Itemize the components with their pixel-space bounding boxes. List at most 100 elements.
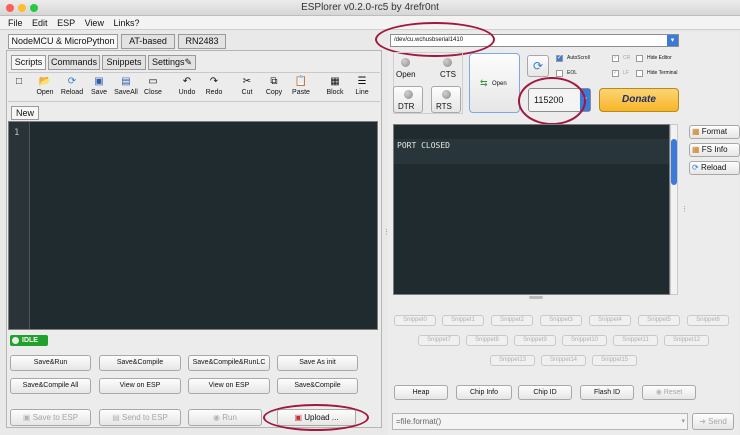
snippet-button-4[interactable]: Snippet4	[589, 315, 631, 326]
lf-checkbox[interactable]: ✓	[612, 70, 619, 77]
snippet-button-6[interactable]: Snippet6	[687, 315, 729, 326]
save-icon: ▣	[94, 76, 104, 87]
tab-settings[interactable]: Settings ✎	[148, 55, 196, 70]
open-led-label: Open	[396, 70, 416, 79]
copy-button[interactable]: ⧉ Copy	[261, 76, 287, 98]
menu-edit[interactable]: Edit	[32, 18, 48, 28]
snippet-button-1[interactable]: Snippet1	[442, 315, 484, 326]
snippet-button-13[interactable]: Snippet13	[490, 355, 535, 366]
maximize-window-icon[interactable]	[30, 4, 38, 12]
tab-commands[interactable]: Commands	[48, 55, 100, 70]
line-button[interactable]: ☰ Line	[349, 76, 375, 98]
save-all-button[interactable]: ▤ SaveAll	[113, 76, 139, 98]
reload-icon: ⟳	[692, 163, 701, 172]
tab-at-based[interactable]: AT-based	[121, 34, 175, 49]
open-connection-button[interactable]: ⇆ Open	[469, 53, 520, 113]
save-compile-all-button[interactable]: Save&Compile All	[10, 378, 91, 394]
snippet-button-11[interactable]: Snippet11	[613, 335, 658, 346]
scrollbar-thumb[interactable]	[671, 139, 677, 185]
cr-checkbox[interactable]: ✓	[612, 55, 619, 62]
reload-fs-button[interactable]: ⟳ Reload	[689, 161, 740, 175]
chip-info-button[interactable]: Chip Info	[456, 385, 512, 400]
tab-settings-label: Settings	[152, 57, 185, 67]
new-file-icon: □	[15, 76, 23, 87]
side-splitter-handle[interactable]: ⋮	[681, 205, 688, 213]
flash-id-button[interactable]: Flash ID	[580, 385, 634, 400]
eol-checkbox[interactable]	[556, 70, 563, 77]
run-button[interactable]: ◉ Run	[188, 409, 262, 426]
upload-highlight-circle	[263, 404, 369, 431]
tab-scripts[interactable]: Scripts	[11, 55, 46, 70]
refresh-icon: ⟳	[532, 59, 544, 73]
send-to-esp-button[interactable]: ▤ Send to ESP	[99, 409, 181, 426]
tab-snippets[interactable]: Snippets	[102, 55, 146, 70]
snippet-button-2[interactable]: Snippet2	[491, 315, 533, 326]
snippet-button-9[interactable]: Snippet9	[514, 335, 556, 346]
resize-handle[interactable]	[529, 296, 543, 299]
redo-button[interactable]: ↷ Redo	[201, 76, 227, 98]
save-button[interactable]: ▣ Save	[86, 76, 112, 98]
snippet-button-3[interactable]: Snippet3	[540, 315, 582, 326]
paste-button[interactable]: 📋 Paste	[288, 76, 314, 98]
hide-terminal-checkbox[interactable]	[636, 70, 643, 77]
fs-info-button[interactable]: ▦ FS Info	[689, 143, 740, 157]
snippet-button-15[interactable]: Snippet15	[592, 355, 637, 366]
tab-nodemcu[interactable]: NodeMCU & MicroPython	[8, 34, 118, 49]
save-as-init-button[interactable]: Save As init	[277, 355, 358, 371]
hide-terminal-label: Hide Terminal	[647, 70, 678, 76]
refresh-ports-button[interactable]: ⟳	[527, 55, 549, 77]
snippet-button-10[interactable]: Snippet10	[562, 335, 607, 346]
autoscroll-checkbox[interactable]: ✓	[556, 55, 563, 62]
splitter-handle[interactable]: ⋮	[383, 228, 390, 236]
save-to-esp-icon: ▣	[22, 413, 33, 422]
rts-button[interactable]: RTS	[431, 86, 461, 113]
snippet-button-8[interactable]: Snippet8	[466, 335, 508, 346]
snippet-button-14[interactable]: Snippet14	[541, 355, 586, 366]
cut-button[interactable]: ✂ Cut	[234, 76, 260, 98]
close-file-button[interactable]: ▭ Close	[140, 76, 166, 98]
reset-button[interactable]: ◉ Reset	[642, 385, 696, 400]
baud-highlight-circle	[518, 77, 586, 125]
save-compile-runlc-button[interactable]: Save&Compile&RunLC	[188, 355, 270, 371]
menu-links[interactable]: Links?	[113, 18, 139, 28]
new-file-button[interactable]: □	[6, 76, 32, 98]
hide-editor-checkbox[interactable]	[636, 55, 643, 62]
reload-button[interactable]: ⟳ Reload	[59, 76, 85, 98]
dtr-button[interactable]: DTR	[393, 86, 423, 113]
send-button[interactable]: ➜ Send	[692, 413, 734, 430]
snippet-button-7[interactable]: Snippet7	[418, 335, 460, 346]
save-to-esp-button[interactable]: ▣ Save to ESP	[10, 409, 91, 426]
format-button[interactable]: ▦ Format	[689, 125, 740, 139]
snippet-button-5[interactable]: Snippet5	[638, 315, 680, 326]
terminal-output[interactable]: PORT CLOSED	[393, 124, 670, 295]
view-on-esp-button-2[interactable]: View on ESP	[188, 378, 270, 394]
block-button[interactable]: ▦ Block	[322, 76, 348, 98]
snippet-button-12[interactable]: Snippet12	[664, 335, 709, 346]
close-file-icon: ▭	[148, 76, 158, 87]
undo-button[interactable]: ↶ Undo	[174, 76, 200, 98]
terminal-scrollbar[interactable]	[670, 124, 678, 295]
donate-button[interactable]: Donate	[599, 88, 679, 112]
command-input[interactable]: =file.format() ▾	[392, 413, 688, 430]
fs-info-icon: ▦	[692, 145, 702, 154]
chip-id-button[interactable]: Chip ID	[518, 385, 572, 400]
save-compile-button[interactable]: Save&Compile	[99, 355, 181, 371]
open-button[interactable]: 📂 Open	[32, 76, 58, 98]
menu-file[interactable]: File	[8, 18, 23, 28]
eol-label: EOL	[567, 70, 578, 76]
minimize-window-icon[interactable]	[18, 4, 26, 12]
snippet-button-0[interactable]: Snippet0	[394, 315, 436, 326]
save-run-button[interactable]: Save&Run	[10, 355, 91, 371]
heap-button[interactable]: Heap	[394, 385, 448, 400]
menu-view[interactable]: View	[85, 18, 104, 28]
save-compile-button-2[interactable]: Save&Compile	[277, 378, 358, 394]
tab-rn2483[interactable]: RN2483	[178, 34, 226, 49]
status-led-icon	[12, 337, 19, 344]
reset-icon: ◉	[655, 389, 664, 396]
view-on-esp-button[interactable]: View on ESP	[99, 378, 181, 394]
code-editor[interactable]: 1	[8, 121, 378, 330]
menu-esp[interactable]: ESP	[57, 18, 75, 28]
plug-icon: ⇆	[480, 78, 488, 88]
close-window-icon[interactable]	[6, 4, 14, 12]
file-tab-new[interactable]: New	[11, 106, 39, 120]
